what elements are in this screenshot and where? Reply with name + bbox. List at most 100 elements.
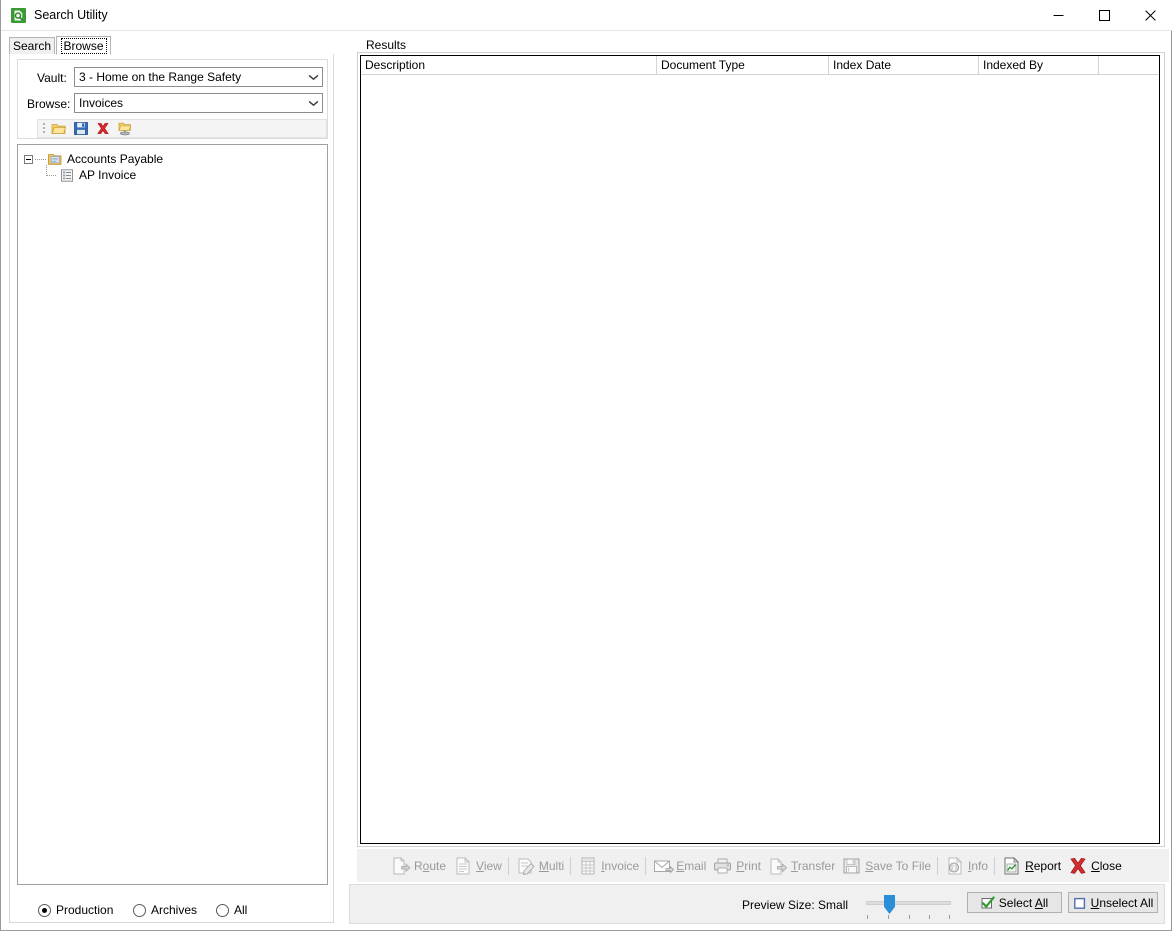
tree-connector: [46, 164, 58, 180]
browse-toolbar: [37, 119, 327, 138]
tree-item-label: AP Invoice: [79, 168, 137, 182]
maximize-button[interactable]: [1081, 0, 1127, 30]
action-separator: [645, 856, 647, 875]
invoice-button[interactable]: Invoice: [574, 852, 642, 880]
column-header-indexed-by[interactable]: Indexed By: [979, 56, 1099, 75]
save-to-file-button-label: Save To File: [865, 858, 932, 873]
minimize-icon: [1053, 14, 1063, 16]
invoice-button-label: Invoice: [601, 858, 640, 873]
multi-button[interactable]: Multi: [512, 852, 567, 880]
column-header-document-type[interactable]: Document Type: [657, 56, 829, 75]
tree-item-ap-invoice[interactable]: AP Invoice: [46, 164, 137, 183]
radio-all-label: All: [234, 903, 248, 917]
panel-splitter[interactable]: [337, 56, 343, 918]
multi-button-label: Multi: [538, 858, 565, 873]
browse-panel: Vault: 3 - Home on the Range Safety Brow…: [9, 54, 334, 923]
search-document-icon: [10, 7, 27, 24]
preview-bottom-bar: Preview Size: Small Select All Unselect …: [349, 884, 1165, 924]
print-button-label: Print: [736, 858, 761, 873]
action-separator: [507, 856, 509, 875]
invoice-icon: [577, 855, 599, 877]
vault-select[interactable]: 3 - Home on the Range Safety: [74, 67, 323, 87]
close-icon: [1144, 9, 1156, 21]
close-button-label: Close: [1091, 858, 1122, 873]
route-icon: [390, 855, 412, 877]
route-button[interactable]: Route: [387, 852, 449, 880]
transfer-icon: [767, 855, 789, 877]
transfer-button[interactable]: Transfer: [764, 852, 838, 880]
chevron-down-icon: [305, 94, 322, 112]
tab-search[interactable]: Search: [9, 37, 55, 55]
action-separator: [937, 856, 939, 875]
radio-indicator: [133, 903, 146, 917]
minimize-button[interactable]: [1035, 0, 1081, 30]
open-folder-icon[interactable]: [48, 120, 70, 138]
email-button[interactable]: Email: [649, 852, 709, 880]
radio-all[interactable]: All: [216, 903, 247, 917]
tab-search-label: Search: [12, 39, 52, 53]
folder-export-icon[interactable]: [114, 120, 136, 138]
report-button-label: Report: [1025, 858, 1062, 873]
close-x-icon: [1067, 855, 1089, 877]
route-button-label: Route: [414, 858, 447, 873]
vault-browse-group: Vault: 3 - Home on the Range Safety Brow…: [17, 59, 328, 139]
close-button[interactable]: Close: [1064, 852, 1125, 880]
view-button[interactable]: View: [449, 852, 505, 880]
toolbar-grip[interactable]: [40, 122, 48, 136]
chevron-down-icon: [305, 68, 322, 86]
document-list-icon: [59, 168, 75, 183]
column-header-description[interactable]: Description: [361, 56, 657, 75]
action-separator: [570, 856, 572, 875]
tree-item-label: Accounts Payable: [67, 152, 164, 166]
browse-select-value: Invoices: [79, 96, 124, 110]
save-icon[interactable]: [70, 120, 92, 138]
info-button[interactable]: Info: [941, 852, 991, 880]
view-button-label: View: [476, 858, 502, 873]
search-utility-window: Search Utility Search Browse Vault: 3 - …: [0, 0, 1172, 931]
radio-archives[interactable]: Archives: [133, 903, 197, 917]
radio-indicator: [38, 903, 51, 917]
empty-box-icon: [1073, 896, 1087, 910]
info-button-label: Info: [968, 858, 989, 873]
maximize-icon: [1098, 9, 1110, 21]
email-icon: [652, 855, 675, 877]
print-button[interactable]: Print: [709, 852, 764, 880]
title-bar: Search Utility: [1, 0, 1172, 31]
report-button[interactable]: Report: [998, 852, 1064, 880]
unselect-all-label: Unselect All: [1090, 895, 1154, 910]
vault-select-value: 3 - Home on the Range Safety: [79, 70, 242, 84]
results-legend: Results: [363, 38, 410, 52]
save-to-file-button[interactable]: I Save To File: [838, 852, 934, 880]
results-list[interactable]: Description Document Type Index Date Ind…: [360, 55, 1160, 844]
select-all-button[interactable]: Select All: [967, 892, 1062, 913]
check-icon: [981, 896, 995, 910]
column-header-index-date[interactable]: Index Date: [829, 56, 979, 75]
tree-expander-icon[interactable]: [24, 154, 33, 164]
transfer-button-label: Transfer: [790, 858, 836, 873]
radio-archives-label: Archives: [151, 903, 198, 917]
column-header-filler: [1099, 56, 1159, 75]
slider-thumb[interactable]: [884, 895, 895, 914]
radio-production[interactable]: Production: [38, 903, 113, 917]
view-document-icon: [452, 855, 474, 877]
browse-tree[interactable]: Accounts Payable AP Invoice: [17, 144, 328, 885]
tree-connector: [35, 158, 46, 160]
close-window-button[interactable]: [1127, 0, 1172, 30]
delete-icon[interactable]: [92, 120, 114, 138]
tab-browse[interactable]: Browse: [56, 36, 111, 55]
preview-size-label: Preview Size: Small: [742, 898, 849, 912]
unselect-all-button[interactable]: Unselect All: [1068, 892, 1158, 913]
preview-size-slider[interactable]: [866, 895, 951, 919]
tree-item-accounts-payable[interactable]: Accounts Payable: [24, 151, 163, 167]
radio-production-label: Production: [56, 903, 114, 917]
results-rows[interactable]: [361, 75, 1159, 843]
printer-icon: [712, 855, 734, 877]
slider-track[interactable]: [866, 901, 951, 905]
multi-edit-icon: [515, 855, 537, 877]
action-separator: [994, 856, 996, 875]
browse-select[interactable]: Invoices: [74, 93, 323, 113]
save-to-file-icon: I: [841, 855, 863, 877]
report-chart-icon: [1001, 855, 1023, 877]
slider-ticks: [866, 915, 951, 919]
vault-label: Vault:: [37, 71, 67, 85]
